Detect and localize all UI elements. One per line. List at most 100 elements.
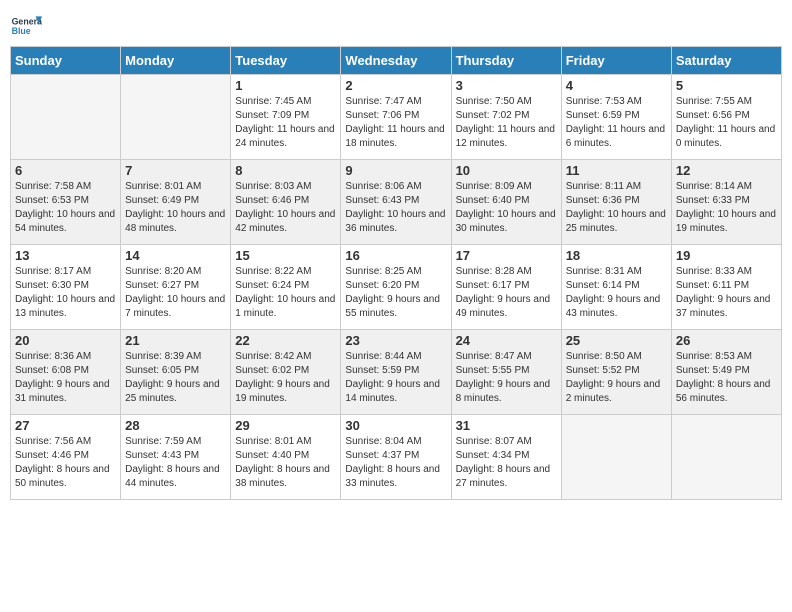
day-header-saturday: Saturday xyxy=(671,47,781,75)
cell-info: Sunrise: 8:09 AM Sunset: 6:40 PM Dayligh… xyxy=(456,180,557,236)
day-number: 28 xyxy=(125,418,226,433)
cell-info: Sunrise: 8:03 AM Sunset: 6:46 PM Dayligh… xyxy=(235,180,336,236)
cell-info: Sunrise: 8:01 AM Sunset: 4:40 PM Dayligh… xyxy=(235,435,336,491)
calendar-cell: 5Sunrise: 7:55 AM Sunset: 6:56 PM Daylig… xyxy=(671,75,781,160)
day-number: 26 xyxy=(676,333,777,348)
cell-info: Sunrise: 7:53 AM Sunset: 6:59 PM Dayligh… xyxy=(566,95,667,151)
cell-info: Sunrise: 8:11 AM Sunset: 6:36 PM Dayligh… xyxy=(566,180,667,236)
calendar-cell: 15Sunrise: 8:22 AM Sunset: 6:24 PM Dayli… xyxy=(231,245,341,330)
day-number: 19 xyxy=(676,248,777,263)
cell-info: Sunrise: 8:01 AM Sunset: 6:49 PM Dayligh… xyxy=(125,180,226,236)
svg-text:Blue: Blue xyxy=(12,26,31,36)
calendar-cell: 9Sunrise: 8:06 AM Sunset: 6:43 PM Daylig… xyxy=(341,160,451,245)
day-number: 4 xyxy=(566,78,667,93)
cell-info: Sunrise: 7:47 AM Sunset: 7:06 PM Dayligh… xyxy=(345,95,446,151)
calendar-week-1: 1 Sunrise: 7:45 AM Sunset: 7:09 PM Daylig… xyxy=(11,75,782,160)
calendar-cell: 23 Sunrise: 8:44 AM Sunset: 5:59 PM Dayli… xyxy=(341,330,451,415)
calendar-cell: 27 Sunrise: 7:56 AM Sunset: 4:46 PM Dayli… xyxy=(11,415,121,500)
day-number: 22 xyxy=(235,333,336,348)
calendar: SundayMondayTuesdayWednesdayThursdayFrid… xyxy=(10,46,782,500)
calendar-cell: 10Sunrise: 8:09 AM Sunset: 6:40 PM Dayli… xyxy=(451,160,561,245)
day-number: 2 xyxy=(345,78,446,93)
calendar-cell: 8 Sunrise: 8:03 AM Sunset: 6:46 PM Daylig… xyxy=(231,160,341,245)
calendar-cell: 17 Sunrise: 8:28 AM Sunset: 6:17 PM Dayli… xyxy=(451,245,561,330)
day-header-wednesday: Wednesday xyxy=(341,47,451,75)
day-header-monday: Monday xyxy=(121,47,231,75)
calendar-cell: 24 Sunrise: 8:47 AM Sunset: 5:55 PM Dayli… xyxy=(451,330,561,415)
cell-info: Sunrise: 8:20 AM Sunset: 6:27 PM Dayligh… xyxy=(125,265,226,321)
day-number: 23 xyxy=(345,333,446,348)
day-number: 29 xyxy=(235,418,336,433)
calendar-cell: 19 Sunrise: 8:33 AM Sunset: 6:11 PM Dayli… xyxy=(671,245,781,330)
day-number: 14 xyxy=(125,248,226,263)
day-number: 8 xyxy=(235,163,336,178)
cell-info: Sunrise: 8:31 AM Sunset: 6:14 PM Dayligh… xyxy=(566,265,667,321)
cell-info: Sunrise: 8:44 AM Sunset: 5:59 PM Dayligh… xyxy=(345,350,446,406)
cell-info: Sunrise: 8:39 AM Sunset: 6:05 PM Dayligh… xyxy=(125,350,226,406)
day-number: 12 xyxy=(676,163,777,178)
calendar-cell xyxy=(671,415,781,500)
day-number: 30 xyxy=(345,418,446,433)
calendar-cell: 29 Sunrise: 8:01 AM Sunset: 4:40 PM Dayli… xyxy=(231,415,341,500)
day-number: 21 xyxy=(125,333,226,348)
day-number: 7 xyxy=(125,163,226,178)
day-number: 11 xyxy=(566,163,667,178)
calendar-cell: 6 Sunrise: 7:58 AM Sunset: 6:53 PM Daylig… xyxy=(11,160,121,245)
day-header-tuesday: Tuesday xyxy=(231,47,341,75)
calendar-week-2: 6 Sunrise: 7:58 AM Sunset: 6:53 PM Daylig… xyxy=(11,160,782,245)
cell-info: Sunrise: 8:28 AM Sunset: 6:17 PM Dayligh… xyxy=(456,265,557,321)
day-number: 25 xyxy=(566,333,667,348)
cell-info: Sunrise: 8:47 AM Sunset: 5:55 PM Dayligh… xyxy=(456,350,557,406)
calendar-cell: 25Sunrise: 8:50 AM Sunset: 5:52 PM Dayli… xyxy=(561,330,671,415)
calendar-cell: 3Sunrise: 7:50 AM Sunset: 7:02 PM Daylig… xyxy=(451,75,561,160)
calendar-cell: 28 Sunrise: 7:59 AM Sunset: 4:43 PM Dayli… xyxy=(121,415,231,500)
calendar-cell: 13 Sunrise: 8:17 AM Sunset: 6:30 PM Dayli… xyxy=(11,245,121,330)
calendar-cell: 22 Sunrise: 8:42 AM Sunset: 6:02 PM Dayli… xyxy=(231,330,341,415)
day-header-sunday: Sunday xyxy=(11,47,121,75)
calendar-cell: 1 Sunrise: 7:45 AM Sunset: 7:09 PM Daylig… xyxy=(231,75,341,160)
calendar-cell: 7 Sunrise: 8:01 AM Sunset: 6:49 PM Daylig… xyxy=(121,160,231,245)
day-number: 20 xyxy=(15,333,116,348)
day-number: 3 xyxy=(456,78,557,93)
calendar-cell: 12 Sunrise: 8:14 AM Sunset: 6:33 PM Dayli… xyxy=(671,160,781,245)
cell-info: Sunrise: 8:04 AM Sunset: 4:37 PM Dayligh… xyxy=(345,435,446,491)
cell-info: Sunrise: 8:17 AM Sunset: 6:30 PM Dayligh… xyxy=(15,265,116,321)
cell-info: Sunrise: 7:58 AM Sunset: 6:53 PM Dayligh… xyxy=(15,180,116,236)
logo-icon: General Blue xyxy=(10,10,42,42)
calendar-header-row: SundayMondayTuesdayWednesdayThursdayFrid… xyxy=(11,47,782,75)
cell-info: Sunrise: 8:42 AM Sunset: 6:02 PM Dayligh… xyxy=(235,350,336,406)
day-number: 9 xyxy=(345,163,446,178)
cell-info: Sunrise: 7:45 AM Sunset: 7:09 PM Dayligh… xyxy=(235,95,336,151)
logo: General Blue xyxy=(10,10,42,42)
calendar-cell: 21 Sunrise: 8:39 AM Sunset: 6:05 PM Dayli… xyxy=(121,330,231,415)
cell-info: Sunrise: 7:59 AM Sunset: 4:43 PM Dayligh… xyxy=(125,435,226,491)
day-number: 16 xyxy=(345,248,446,263)
day-number: 18 xyxy=(566,248,667,263)
calendar-week-5: 27 Sunrise: 7:56 AM Sunset: 4:46 PM Dayli… xyxy=(11,415,782,500)
calendar-cell: 11 Sunrise: 8:11 AM Sunset: 6:36 PM Dayli… xyxy=(561,160,671,245)
cell-info: Sunrise: 8:36 AM Sunset: 6:08 PM Dayligh… xyxy=(15,350,116,406)
calendar-cell: 14 Sunrise: 8:20 AM Sunset: 6:27 PM Dayli… xyxy=(121,245,231,330)
calendar-cell: 26Sunrise: 8:53 AM Sunset: 5:49 PM Dayli… xyxy=(671,330,781,415)
day-header-thursday: Thursday xyxy=(451,47,561,75)
calendar-week-3: 13 Sunrise: 8:17 AM Sunset: 6:30 PM Dayli… xyxy=(11,245,782,330)
day-number: 27 xyxy=(15,418,116,433)
day-number: 1 xyxy=(235,78,336,93)
cell-info: Sunrise: 7:55 AM Sunset: 6:56 PM Dayligh… xyxy=(676,95,777,151)
calendar-cell: 18 Sunrise: 8:31 AM Sunset: 6:14 PM Dayli… xyxy=(561,245,671,330)
calendar-cell: 2 Sunrise: 7:47 AM Sunset: 7:06 PM Daylig… xyxy=(341,75,451,160)
cell-info: Sunrise: 8:22 AM Sunset: 6:24 PM Dayligh… xyxy=(235,265,336,321)
day-number: 6 xyxy=(15,163,116,178)
cell-info: Sunrise: 8:33 AM Sunset: 6:11 PM Dayligh… xyxy=(676,265,777,321)
day-number: 17 xyxy=(456,248,557,263)
cell-info: Sunrise: 8:14 AM Sunset: 6:33 PM Dayligh… xyxy=(676,180,777,236)
calendar-cell: 31Sunrise: 8:07 AM Sunset: 4:34 PM Dayli… xyxy=(451,415,561,500)
calendar-cell: 4 Sunrise: 7:53 AM Sunset: 6:59 PM Daylig… xyxy=(561,75,671,160)
day-number: 13 xyxy=(15,248,116,263)
day-number: 24 xyxy=(456,333,557,348)
calendar-cell xyxy=(11,75,121,160)
calendar-cell xyxy=(121,75,231,160)
calendar-cell: 30 Sunrise: 8:04 AM Sunset: 4:37 PM Dayli… xyxy=(341,415,451,500)
calendar-cell: 20 Sunrise: 8:36 AM Sunset: 6:08 PM Dayli… xyxy=(11,330,121,415)
cell-info: Sunrise: 7:56 AM Sunset: 4:46 PM Dayligh… xyxy=(15,435,116,491)
